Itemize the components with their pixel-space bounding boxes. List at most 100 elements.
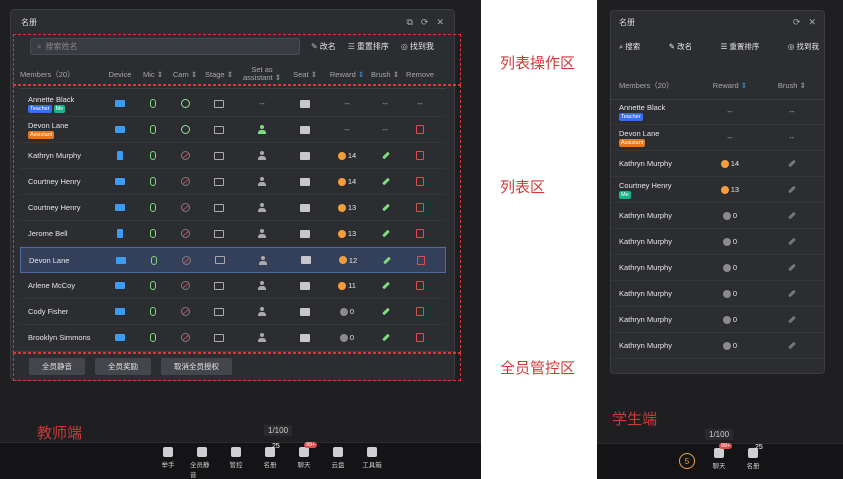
brush-cell — [760, 159, 824, 168]
member-cell: Kathryn Murphy — [611, 315, 700, 324]
reward-cell: 0 — [700, 341, 759, 350]
student-table-header: Members（20） Reward ⇕ Brush ⇕ — [611, 75, 824, 95]
toolbar-label: 举手 — [161, 462, 175, 469]
member-name: Kathryn Murphy — [619, 341, 672, 350]
reward-value: 14 — [720, 159, 740, 168]
badge-group: Teacher — [619, 112, 700, 121]
table-row[interactable]: Kathryn Murphy 0 — [611, 203, 824, 229]
badge-group: Me — [619, 190, 700, 199]
member-cell: Kathryn Murphy — [611, 211, 700, 220]
reward-value: 0 — [722, 315, 737, 324]
student-list-tools: ⌕ 搜索 ✎ 改名 ☰ 重置排序 ◎ 找到我 — [619, 41, 819, 52]
close-icon[interactable]: ✕ — [808, 17, 816, 28]
toolbar-control[interactable]: 管控 — [224, 447, 248, 479]
table-row[interactable]: Kathryn Murphy 0 — [611, 281, 824, 307]
close-icon[interactable]: ✕ — [436, 17, 444, 28]
reward-count: 14 — [730, 159, 740, 168]
refresh-icon[interactable]: ⟳ — [421, 17, 429, 28]
medal-icon — [722, 341, 731, 350]
label-all-control: 全员管控区 — [500, 359, 576, 377]
table-row[interactable]: Kathryn Murphy 0 — [611, 333, 824, 359]
brush-icon — [787, 289, 796, 298]
reward-cell: 0 — [700, 237, 759, 246]
find-me-button[interactable]: ◎ 找到我 — [788, 41, 819, 52]
annotation-box-list-ops — [13, 34, 461, 85]
brush-cell — [760, 237, 824, 246]
toolbar-cloud[interactable]: 云盘 — [326, 447, 350, 479]
toolbar-label: 云盘 — [331, 462, 345, 469]
brush-cell — [760, 185, 824, 194]
table-row[interactable]: Courtney Henry Me 13 — [611, 177, 824, 203]
empty-value: -- — [789, 133, 795, 142]
reward-value: 0 — [722, 263, 737, 272]
cloud-icon — [333, 447, 343, 457]
mute-all-icon — [197, 447, 207, 457]
timer-badge[interactable]: 5 — [679, 453, 695, 469]
table-row[interactable]: Devon Lane Assistant -- -- — [611, 125, 824, 151]
table-row[interactable]: Kathryn Murphy 14 — [611, 151, 824, 177]
member-cell: Kathryn Murphy — [611, 237, 700, 246]
toolbar-chat[interactable]: 99+ 聊天 — [707, 443, 733, 470]
search-button[interactable]: ⌕ 搜索 — [619, 41, 640, 52]
reward-cell: 13 — [700, 185, 759, 194]
toolbar-hand[interactable]: 举手 — [156, 447, 180, 479]
table-row[interactable]: Annette Black Teacher -- -- — [611, 99, 824, 125]
reward-value: 13 — [720, 185, 739, 194]
popout-icon[interactable]: ⧉ — [406, 17, 412, 28]
col-brush[interactable]: Brush ⇕ — [760, 81, 824, 90]
bottom-toolbar: 举手 全员静音 管控 25 名册 99+ 聊天 云盘 工具箱 — [0, 442, 481, 479]
table-row[interactable]: Kathryn Murphy 0 — [611, 229, 824, 255]
reward-count: 0 — [732, 341, 737, 350]
toolbar-label: 聊天 — [712, 463, 726, 470]
table-row[interactable]: Kathryn Murphy 0 — [611, 307, 824, 333]
toolbar-chat[interactable]: 99+ 聊天 — [292, 442, 318, 479]
medal-icon — [720, 185, 729, 194]
reward-count: 0 — [732, 315, 737, 324]
brush-icon — [787, 315, 796, 324]
toolbar-label: 管控 — [229, 462, 243, 469]
toolbar-roster[interactable]: 25 名册 — [741, 444, 765, 470]
rename-button[interactable]: ✎ 改名 — [669, 41, 692, 52]
reward-cell: 0 — [700, 211, 759, 220]
medal-icon — [722, 237, 731, 246]
toolbar-mute-all[interactable]: 全员静音 — [190, 447, 214, 479]
count-badge: 25 — [755, 444, 763, 451]
brush-icon — [787, 341, 796, 350]
reward-count: 0 — [732, 263, 737, 272]
brush-cell — [760, 341, 824, 350]
roster-header: 名册 ⧉ ⟳ ✕ — [11, 10, 454, 34]
student-toolbar-items: 99+ 聊天 25 名册 — [707, 443, 765, 470]
badge-group: Assistant — [619, 138, 700, 147]
medal-icon — [722, 289, 731, 298]
reward-count: 0 — [732, 211, 737, 220]
table-row[interactable]: Kathryn Murphy 0 — [611, 255, 824, 281]
refresh-icon[interactable]: ⟳ — [793, 17, 801, 28]
reward-value: 0 — [722, 211, 737, 220]
member-name: Kathryn Murphy — [619, 211, 672, 220]
member-cell: Kathryn Murphy — [611, 289, 700, 298]
col-reward[interactable]: Reward ⇕ — [700, 81, 759, 90]
member-name: Kathryn Murphy — [619, 237, 672, 246]
reset-sort-button[interactable]: ☰ 重置排序 — [721, 41, 760, 52]
reward-value: 0 — [722, 289, 737, 298]
brush-icon — [787, 159, 796, 168]
medal-icon — [720, 159, 729, 168]
empty-value: -- — [789, 107, 795, 116]
page-indicator: 1/100 — [705, 429, 734, 440]
label-list: 列表区 — [500, 178, 546, 196]
medal-icon — [722, 315, 731, 324]
toolbar-items: 举手 全员静音 管控 25 名册 99+ 聊天 云盘 工具箱 — [156, 442, 384, 479]
reward-cell: -- — [700, 133, 759, 142]
reward-value: 0 — [722, 341, 737, 350]
annotation-box-list — [13, 85, 461, 353]
toolbar-roster[interactable]: 25 名册 — [258, 443, 282, 479]
reward-value: 0 — [722, 237, 737, 246]
reward-cell: 14 — [700, 159, 759, 168]
label-student-side: 学生端 — [612, 410, 658, 428]
page-indicator: 1/100 — [264, 425, 293, 436]
toolbar-toolbox[interactable]: 工具箱 — [360, 447, 384, 479]
brush-icon — [787, 237, 796, 246]
member-name: Annette Black — [619, 102, 666, 112]
student-roster-header: 名册 ⟳ ✕ — [611, 11, 824, 33]
brush-cell — [760, 289, 824, 298]
